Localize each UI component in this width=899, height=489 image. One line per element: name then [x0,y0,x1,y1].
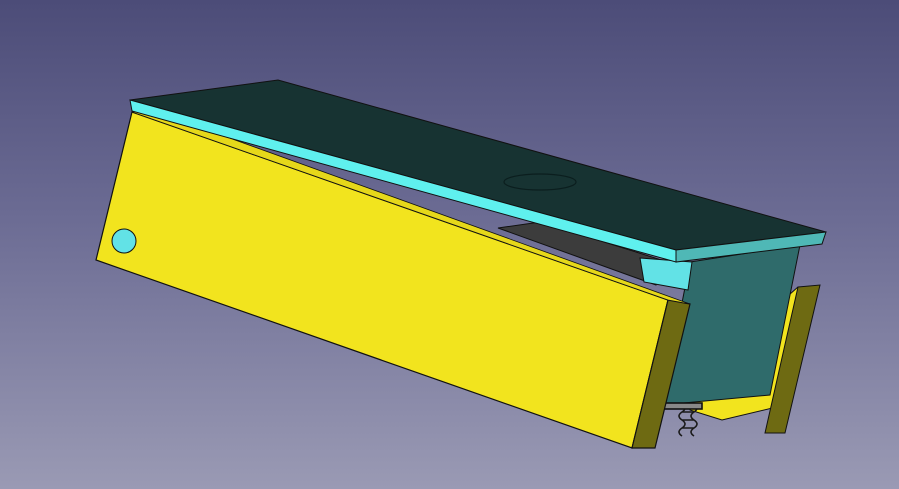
3d-viewport[interactable] [0,0,899,489]
mounting-hole [111,228,137,254]
box-inner-edge [639,257,693,291]
cad-scene [95,79,827,449]
spring-base [661,402,703,410]
spring [661,402,703,437]
